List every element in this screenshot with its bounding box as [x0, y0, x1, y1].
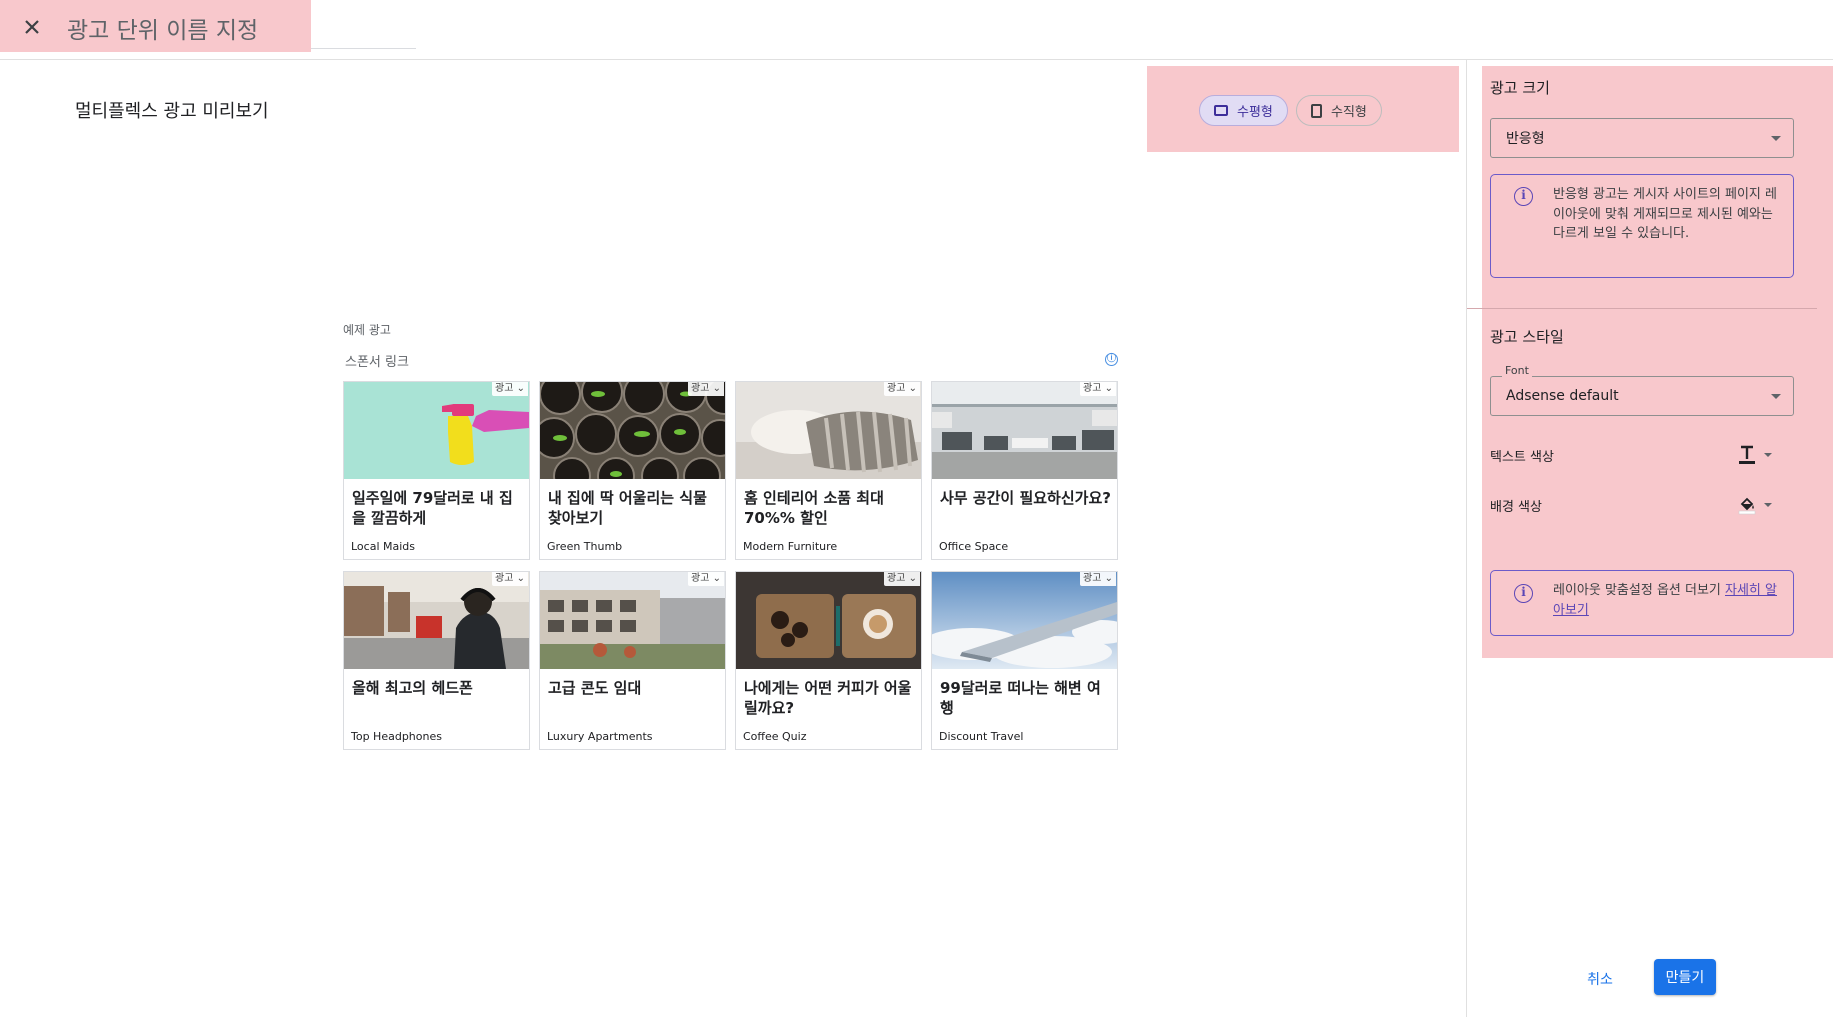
ad-card[interactable]: 광고 ⌄ 내 집에 딱 어울리는 식물 찾아보기 Green Thumb — [539, 381, 726, 560]
chevron-down-icon — [1771, 394, 1781, 399]
font-select[interactable]: Adsense default — [1490, 376, 1794, 416]
ad-style-title: 광고 스타일 — [1490, 328, 1564, 346]
ad-tag[interactable]: 광고 ⌄ — [884, 382, 920, 396]
text-color-icon — [1739, 445, 1755, 464]
airplane-wing-image — [932, 572, 1117, 669]
ad-advertiser: Local Maids — [351, 540, 416, 553]
chevron-down-icon — [1764, 453, 1772, 457]
info-icon[interactable]: ⓘ — [1105, 353, 1118, 366]
ad-headline: 내 집에 딱 어울리는 식물 찾아보기 — [548, 489, 707, 527]
ad-advertiser: Coffee Quiz — [743, 730, 807, 743]
portrait-icon — [1311, 103, 1322, 118]
text-color-label: 텍스트 색상 — [1490, 450, 1554, 465]
orientation-landscape-button[interactable]: 수평형 — [1199, 95, 1288, 126]
ad-headline: 사무 공간이 필요하신가요? — [940, 489, 1111, 507]
ad-tag[interactable]: 광고 ⌄ — [1080, 572, 1116, 586]
responsive-note: i 반응형 광고는 게시자 사이트의 페이지 레이아웃에 맞춰 게재되므로 제시… — [1490, 174, 1794, 278]
font-value: Adsense default — [1506, 388, 1619, 404]
ad-headline: 나에게는 어떤 커피가 어울릴까요? — [744, 679, 912, 717]
ad-tag[interactable]: 광고 ⌄ — [492, 572, 528, 586]
ad-tag[interactable]: 광고 ⌄ — [1080, 382, 1116, 396]
ad-headline: 99달러로 떠나는 해변 여행 — [940, 679, 1101, 717]
ad-unit-editor: 광고 단위 이름 지정 멀티플렉스 광고 미리보기 수평형 수직형 예제 광고 … — [0, 0, 1833, 1017]
ad-size-value: 반응형 — [1506, 131, 1545, 147]
section-divider — [1467, 308, 1817, 309]
preview-title: 멀티플렉스 광고 미리보기 — [75, 101, 269, 122]
ad-advertiser: Office Space — [939, 540, 1009, 553]
create-button[interactable]: 만들기 — [1654, 959, 1716, 995]
ad-card[interactable]: 광고 ⌄ 고급 콘도 임대 Luxury Apartments — [539, 571, 726, 750]
ad-advertiser: Green Thumb — [547, 540, 623, 553]
layout-options-text: 레이아웃 맞춤설정 옵션 더보기 자세히 알아보기 — [1553, 581, 1777, 620]
orientation-landscape-label: 수평형 — [1237, 104, 1273, 119]
ad-advertiser: Modern Furniture — [743, 540, 838, 553]
layout-options-note: i 레이아웃 맞춤설정 옵션 더보기 자세히 알아보기 — [1490, 570, 1794, 636]
ad-advertiser: Discount Travel — [939, 730, 1024, 743]
title-underline — [311, 48, 416, 49]
chevron-down-icon — [1771, 136, 1781, 141]
apartments-image — [540, 572, 725, 669]
ad-headline: 일주일에 79달러로 내 집을 깔끔하게 — [352, 489, 513, 527]
header-divider — [0, 59, 1833, 60]
ad-card[interactable]: 광고 ⌄ 나에게는 어떤 커피가 어울릴까요? Coffee Quiz — [735, 571, 922, 750]
sample-ad-caption: 예제 광고 — [343, 323, 391, 337]
ad-size-select[interactable]: 반응형 — [1490, 118, 1794, 158]
seedling-pots-image — [540, 382, 725, 479]
ad-tag[interactable]: 광고 ⌄ — [688, 572, 724, 586]
close-icon[interactable] — [18, 13, 46, 41]
responsive-note-text: 반응형 광고는 게시자 사이트의 페이지 레이아웃에 맞춰 게재되므로 제시된 … — [1553, 187, 1777, 241]
orientation-portrait-label: 수직형 — [1331, 104, 1367, 119]
ad-tag[interactable]: 광고 ⌄ — [688, 382, 724, 396]
ad-advertiser: Luxury Apartments — [547, 730, 653, 743]
ad-card[interactable]: 광고 ⌄ 99달러로 떠나는 해변 여행 Discount Travel — [931, 571, 1118, 750]
street-headphones-image — [344, 572, 529, 669]
cleaning-spray-image — [344, 382, 529, 479]
ad-advertiser: Top Headphones — [351, 730, 442, 743]
bg-color-label: 배경 색상 — [1490, 500, 1542, 515]
ad-headline: 홈 인테리어 소품 최대 70%% 할인 — [744, 489, 884, 527]
fill-color-icon — [1738, 497, 1756, 515]
ad-card[interactable]: 광고 ⌄ 사무 공간이 필요하신가요? Office Space — [931, 381, 1118, 560]
ad-card[interactable]: 광고 ⌄ 올해 최고의 헤드폰 Top Headphones — [343, 571, 530, 750]
info-icon: i — [1514, 187, 1533, 206]
panel-divider — [1466, 60, 1467, 1017]
text-color-picker[interactable] — [1738, 441, 1788, 469]
ad-card[interactable]: 광고 ⌄ 홈 인테리어 소품 최대 70%% 할인 Modern Furnitu… — [735, 381, 922, 560]
ad-headline: 올해 최고의 헤드폰 — [352, 679, 473, 697]
pillows-image — [736, 382, 921, 479]
coffee-image — [736, 572, 921, 669]
ad-card[interactable]: 광고 ⌄ 일주일에 79달러로 내 집을 깔끔하게 Local Maids — [343, 381, 530, 560]
cancel-button[interactable]: 취소 — [1566, 962, 1634, 996]
bg-color-picker[interactable] — [1738, 491, 1788, 519]
ad-size-title: 광고 크기 — [1490, 79, 1550, 97]
orientation-portrait-button[interactable]: 수직형 — [1296, 95, 1382, 126]
info-icon: i — [1514, 584, 1533, 603]
chevron-down-icon — [1764, 503, 1772, 507]
ad-tag[interactable]: 광고 ⌄ — [492, 382, 528, 396]
ad-headline: 고급 콘도 임대 — [548, 679, 642, 697]
ad-unit-name-input[interactable]: 광고 단위 이름 지정 — [67, 11, 258, 45]
font-label: Font — [1502, 364, 1532, 377]
office-image — [932, 382, 1117, 479]
layout-options-label: 레이아웃 맞춤설정 옵션 더보기 — [1553, 583, 1726, 598]
landscape-icon — [1214, 105, 1228, 116]
sponsored-label: 스폰서 링크 — [345, 355, 409, 370]
ad-tag[interactable]: 광고 ⌄ — [884, 572, 920, 586]
